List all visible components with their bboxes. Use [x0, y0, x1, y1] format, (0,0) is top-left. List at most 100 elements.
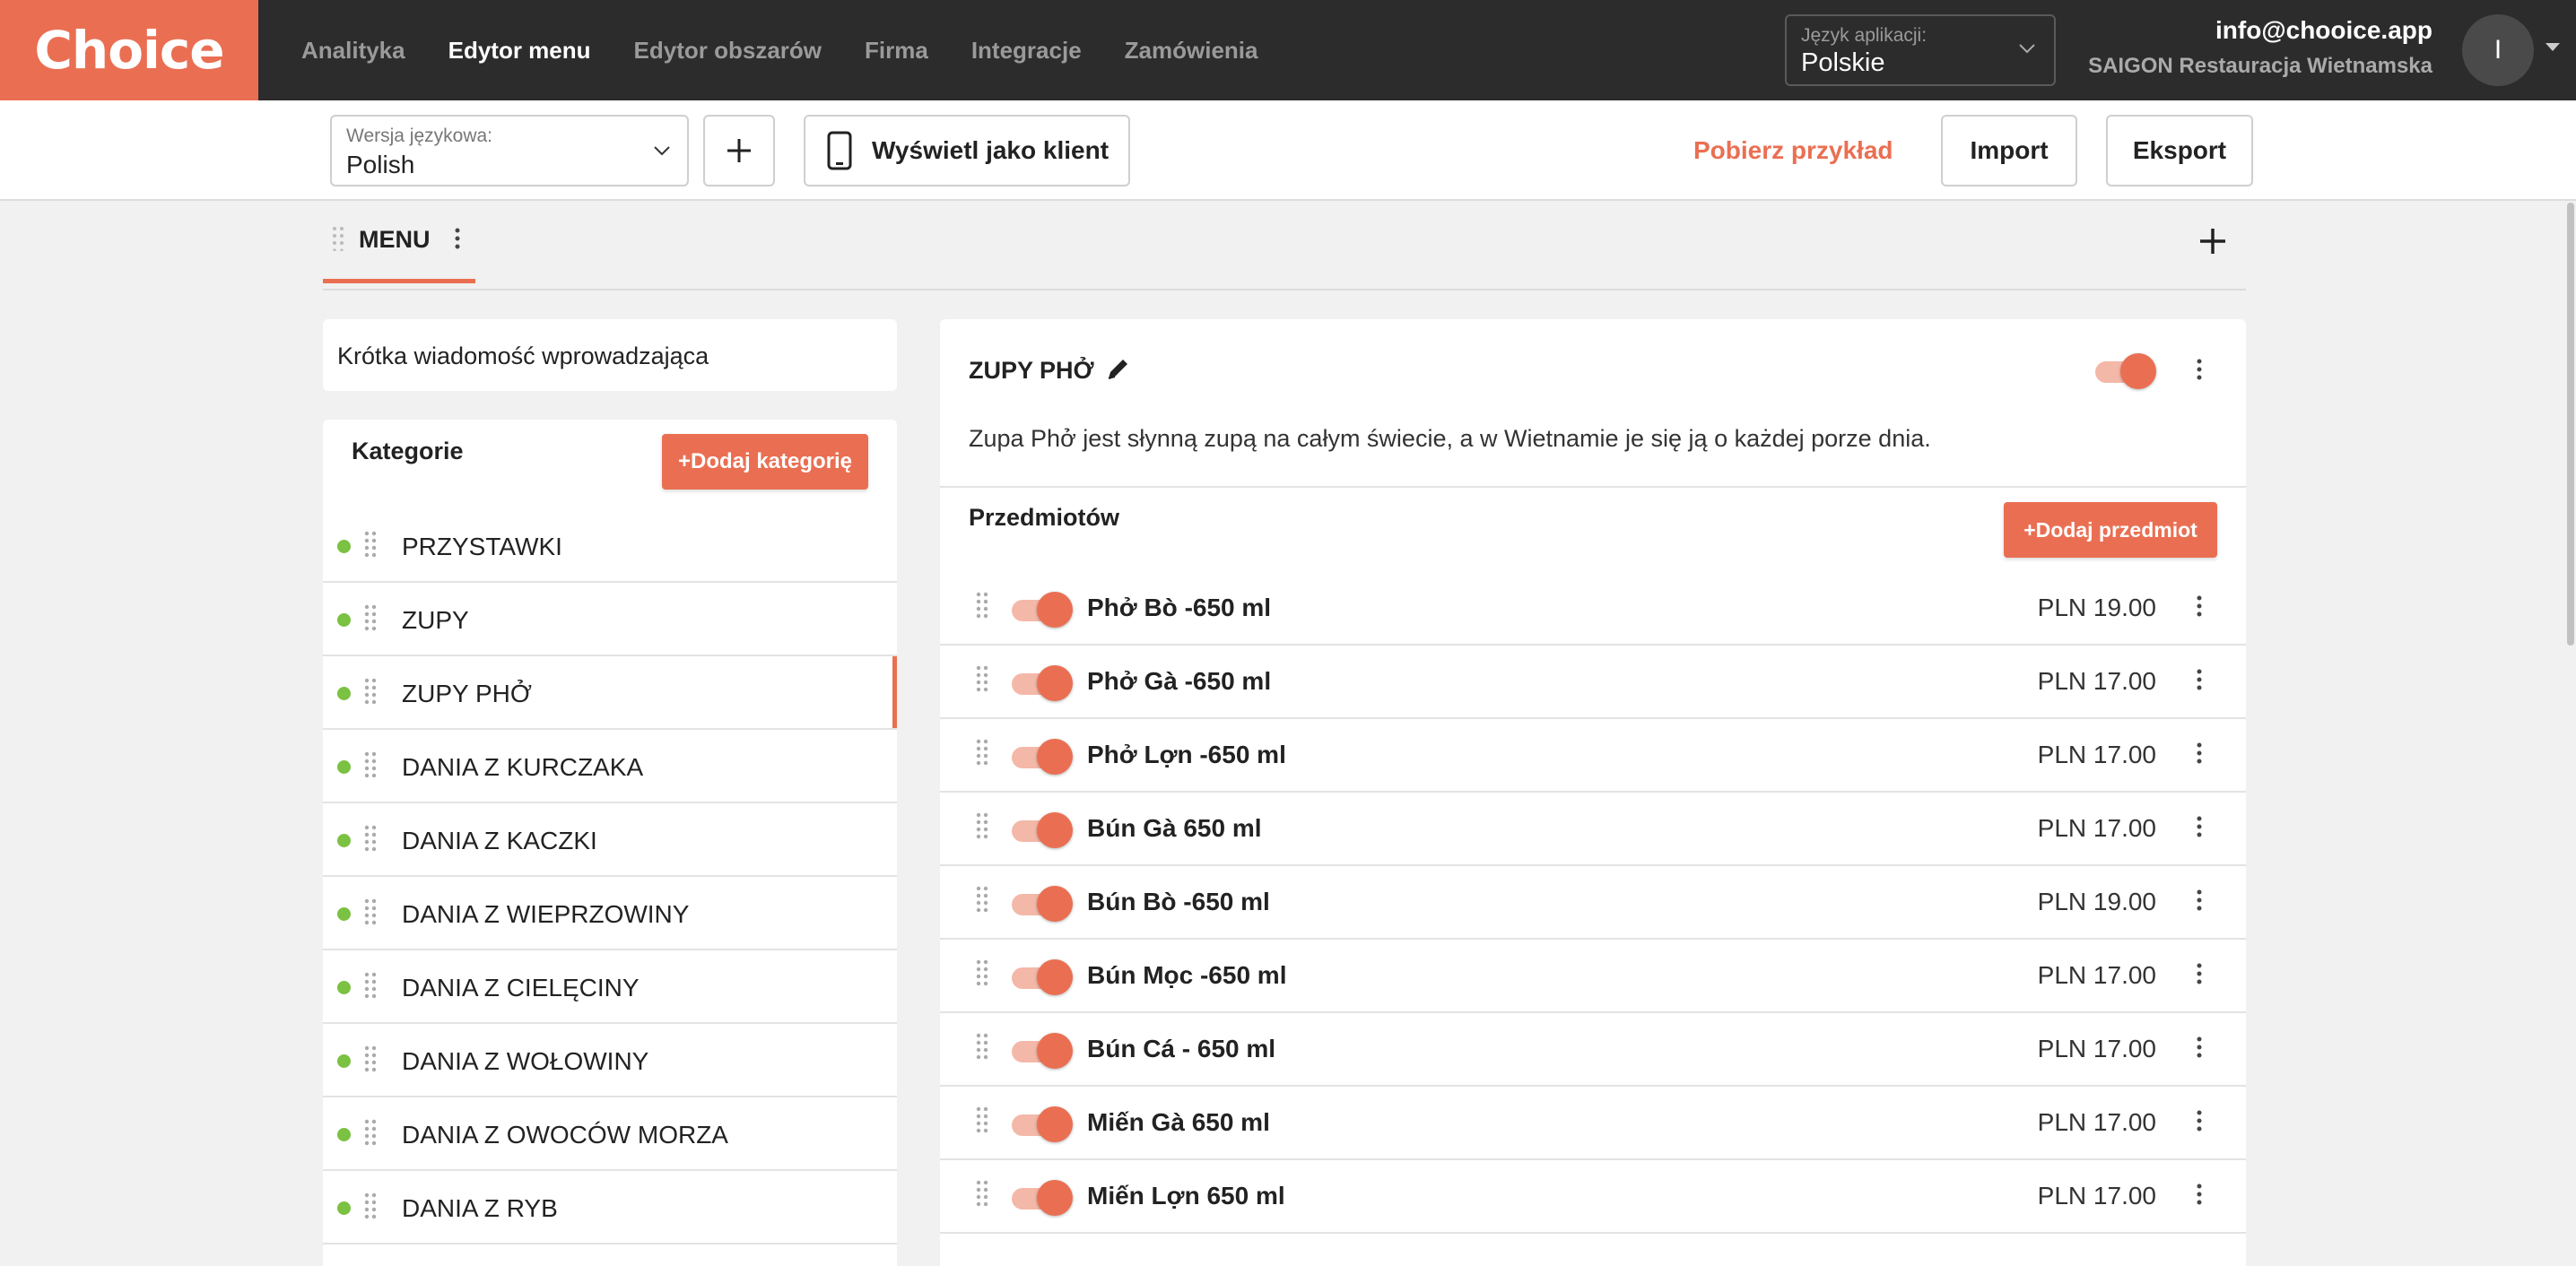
category-label: DANIA Z RYB [402, 1194, 558, 1222]
add-item-button[interactable]: +Dodaj przedmiot [2004, 502, 2217, 558]
category-row[interactable]: DANIA Z CIELĘCINY [323, 950, 897, 1024]
kebab-menu-icon[interactable] [454, 228, 461, 249]
drag-handle-icon[interactable] [364, 604, 377, 631]
category-row[interactable]: ZUPY PHỞ [323, 656, 897, 730]
app-language-select[interactable]: Język aplikacji: Polskie [1785, 14, 2056, 86]
categories-title: Kategorie [352, 438, 464, 464]
category-row[interactable]: DANIA Z KACZKI [323, 803, 897, 877]
tab-menu[interactable]: MENU [323, 201, 475, 283]
item-row[interactable]: Miến Gà 650 ml PLN 17.00 [940, 1087, 2246, 1160]
edit-pencil-icon[interactable] [1105, 355, 1132, 382]
item-name: Miến Lợn 650 ml [1087, 1182, 1285, 1210]
item-price: PLN 17.00 [2037, 741, 2156, 768]
nav-menu-editor[interactable]: Edytor menu [448, 37, 591, 65]
intro-message-field[interactable]: Krótka wiadomość wprowadzająca [323, 319, 897, 391]
nav-area-editor[interactable]: Edytor obszarów [634, 37, 822, 65]
category-row[interactable]: DANIA Z WOŁOWINY [323, 1024, 897, 1097]
nav-orders[interactable]: Zamówienia [1125, 37, 1258, 65]
item-visibility-toggle[interactable] [1010, 812, 1075, 848]
drag-handle-icon[interactable] [364, 825, 377, 852]
category-visibility-toggle[interactable] [2093, 353, 2158, 389]
item-visibility-toggle[interactable] [1010, 1033, 1075, 1069]
category-row[interactable]: PRZYSTAWKI [323, 509, 897, 583]
export-button[interactable]: Eksport [2106, 115, 2253, 186]
item-visibility-toggle[interactable] [1010, 1106, 1075, 1142]
item-row[interactable]: Bún Mọc -650 ml PLN 17.00 [940, 940, 2246, 1013]
avatar[interactable]: I [2462, 14, 2534, 86]
drag-handle-icon[interactable] [976, 739, 988, 766]
drag-handle-icon[interactable] [364, 1045, 377, 1072]
choice-logo[interactable]: Choice [0, 0, 258, 100]
item-visibility-toggle[interactable] [1010, 665, 1075, 701]
drag-handle-icon[interactable] [976, 812, 988, 839]
item-visibility-toggle[interactable] [1010, 959, 1075, 995]
item-visibility-toggle[interactable] [1010, 592, 1075, 628]
item-name: Bún Gà 650 ml [1087, 814, 1262, 842]
item-row[interactable]: Bún Bò -650 ml PLN 19.00 [940, 866, 2246, 940]
add-category-button[interactable]: +Dodaj kategorię [662, 434, 868, 490]
item-row[interactable]: Phở Gà -650 ml PLN 17.00 [940, 646, 2246, 719]
drag-handle-icon[interactable] [976, 959, 988, 986]
drag-handle-icon[interactable] [364, 972, 377, 999]
category-row[interactable]: DANIA Z RYB [323, 1171, 897, 1244]
status-dot [337, 981, 351, 994]
top-navigation-bar: Choice Analityka Edytor menu Edytor obsz… [0, 0, 2576, 100]
item-row[interactable]: Bún Gà 650 ml PLN 17.00 [940, 793, 2246, 866]
divider [940, 486, 2246, 488]
kebab-menu-icon[interactable] [2196, 1110, 2203, 1132]
item-row[interactable]: Bún Cá - 650 ml PLN 17.00 [940, 1013, 2246, 1087]
item-name: Bún Mọc -650 ml [1087, 961, 1287, 989]
item-visibility-toggle[interactable] [1010, 739, 1075, 775]
drag-handle-icon[interactable] [364, 751, 377, 778]
item-row[interactable]: Miến Lợn 650 ml PLN 17.00 [940, 1160, 2246, 1234]
category-row[interactable]: DANIA Z KURCZAKA [323, 730, 897, 803]
kebab-menu-icon[interactable] [2196, 669, 2203, 690]
view-as-client-label: Wyświetl jako klient [872, 136, 1110, 164]
kebab-menu-icon[interactable] [2196, 963, 2203, 984]
drag-handle-icon[interactable] [364, 531, 377, 558]
import-button[interactable]: Import [1941, 115, 2077, 186]
nav-company[interactable]: Firma [865, 37, 928, 65]
nav-analytics[interactable]: Analityka [301, 37, 405, 65]
drag-handle-icon[interactable] [976, 886, 988, 913]
download-sample-link[interactable]: Pobierz przykład [1693, 136, 1893, 165]
item-row[interactable]: Phở Bò -650 ml PLN 19.00 [940, 572, 2246, 646]
drag-handle-icon[interactable] [976, 665, 988, 692]
drag-handle-icon[interactable] [976, 1033, 988, 1060]
item-visibility-toggle[interactable] [1010, 1180, 1075, 1216]
kebab-menu-icon[interactable] [2196, 1036, 2203, 1058]
category-label: DANIA Z WOŁOWINY [402, 1047, 649, 1075]
menu-tabs: MENU [323, 201, 2246, 290]
drag-handle-icon[interactable] [976, 1180, 988, 1207]
scrollbar-thumb[interactable] [2567, 203, 2574, 646]
add-language-button[interactable] [703, 115, 775, 186]
categories-panel: Kategorie +Dodaj kategorię PRZYSTAWKI ZUP… [323, 420, 897, 1266]
language-version-label: Wersja językowa: [346, 126, 492, 146]
language-version-select[interactable]: Wersja językowa: Polish [330, 115, 689, 186]
item-visibility-toggle[interactable] [1010, 886, 1075, 922]
view-as-client-button[interactable]: Wyświetl jako klient [804, 115, 1130, 186]
category-row[interactable]: ZUPY [323, 583, 897, 656]
kebab-menu-icon[interactable] [2196, 595, 2203, 617]
category-row[interactable]: DANIA Z WIEPRZOWINY [323, 877, 897, 950]
caret-down-icon[interactable] [2546, 43, 2560, 51]
category-row[interactable]: DANIA Z OWOCÓW MORZA [323, 1097, 897, 1171]
drag-handle-icon[interactable] [364, 1119, 377, 1146]
kebab-menu-icon[interactable] [2196, 1184, 2203, 1205]
kebab-menu-icon[interactable] [2196, 816, 2203, 837]
item-row[interactable]: Phở Lợn -650 ml PLN 17.00 [940, 719, 2246, 793]
kebab-menu-icon[interactable] [2196, 359, 2203, 380]
nav-integrations[interactable]: Integracje [971, 37, 1082, 65]
chevron-down-icon [2019, 44, 2035, 54]
drag-handle-icon[interactable] [332, 226, 344, 251]
drag-handle-icon[interactable] [976, 592, 988, 619]
kebab-menu-icon[interactable] [2196, 742, 2203, 764]
kebab-menu-icon[interactable] [2196, 889, 2203, 911]
drag-handle-icon[interactable] [976, 1106, 988, 1133]
drag-handle-icon[interactable] [364, 898, 377, 925]
drag-handle-icon[interactable] [364, 678, 377, 705]
drag-handle-icon[interactable] [364, 1192, 377, 1219]
add-menu-tab-icon[interactable] [2190, 219, 2235, 264]
item-price: PLN 17.00 [2037, 1108, 2156, 1136]
item-price: PLN 19.00 [2037, 594, 2156, 621]
